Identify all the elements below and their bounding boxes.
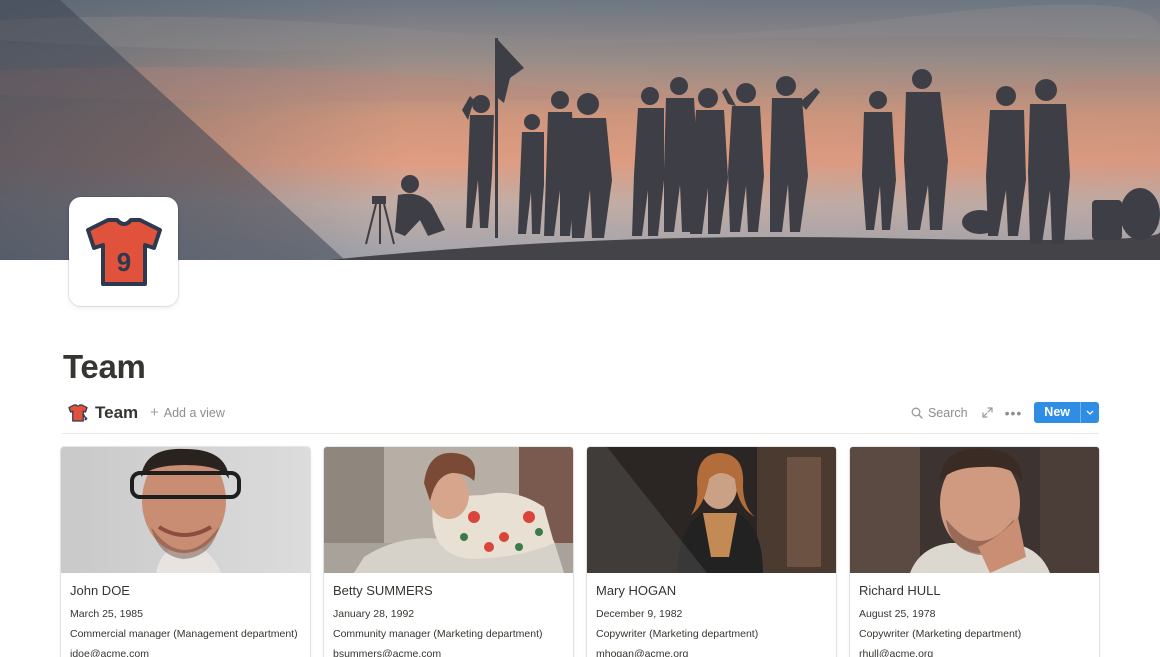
search-icon bbox=[911, 407, 923, 419]
search-button[interactable]: Search bbox=[911, 406, 968, 420]
jersey-9-icon: 9 bbox=[85, 217, 162, 286]
card-email: jdoe@acme.com bbox=[70, 648, 149, 657]
card-cover-photo bbox=[61, 447, 310, 573]
card-name: Richard HULL bbox=[859, 583, 941, 598]
card-email: mhogan@acme.org bbox=[596, 648, 689, 657]
card-name: Betty SUMMERS bbox=[333, 583, 433, 598]
database-header: Team + Add a view Search ••• New bbox=[62, 400, 1099, 432]
expand-icon bbox=[982, 407, 993, 418]
add-view-label: Add a view bbox=[163, 405, 225, 420]
page-title[interactable]: Team bbox=[63, 348, 146, 386]
plus-icon: + bbox=[150, 404, 159, 421]
card-birthdate: January 28, 1992 bbox=[333, 608, 415, 620]
new-button[interactable]: New bbox=[1034, 402, 1099, 423]
gallery-card[interactable]: Betty SUMMERS January 28, 1992 Community… bbox=[324, 447, 573, 657]
new-button-label: New bbox=[1044, 405, 1070, 419]
card-cover-photo bbox=[324, 447, 573, 573]
card-email: rhull@acme.org bbox=[859, 648, 934, 657]
search-label: Search bbox=[927, 405, 968, 420]
chevron-down-icon[interactable] bbox=[1080, 402, 1099, 423]
jersey-9-icon bbox=[68, 404, 88, 422]
card-name: Mary HOGAN bbox=[596, 583, 677, 598]
card-role: Copywriter (Marketing department) bbox=[859, 628, 1022, 640]
database-toolbar: Search ••• New bbox=[911, 402, 1099, 423]
card-cover-photo bbox=[587, 447, 836, 573]
page-icon[interactable]: 9 bbox=[69, 197, 178, 306]
divider bbox=[62, 433, 1099, 434]
card-role: Community manager (Marketing department) bbox=[333, 628, 543, 640]
card-birthdate: December 9, 1982 bbox=[596, 608, 683, 620]
card-role: Commercial manager (Management departmen… bbox=[70, 628, 298, 640]
card-birthdate: March 25, 1985 bbox=[70, 608, 143, 620]
gallery-view: John DOE March 25, 1985 Commercial manag… bbox=[61, 447, 1101, 657]
more-options-icon[interactable]: ••• bbox=[1005, 405, 1023, 421]
gallery-card[interactable]: Richard HULL August 25, 1978 Copywriter … bbox=[850, 447, 1099, 657]
database-title[interactable]: Team bbox=[68, 403, 138, 423]
open-as-page-button[interactable] bbox=[980, 405, 996, 421]
database-title-label: Team bbox=[95, 403, 139, 422]
card-role: Copywriter (Marketing department) bbox=[596, 628, 759, 640]
card-birthdate: August 25, 1978 bbox=[859, 608, 936, 620]
gallery-card[interactable]: John DOE March 25, 1985 Commercial manag… bbox=[61, 447, 310, 657]
svg-text:9: 9 bbox=[116, 247, 130, 277]
card-name: John DOE bbox=[70, 583, 130, 598]
card-email: bsummers@acme.com bbox=[333, 648, 442, 657]
gallery-card[interactable]: Mary HOGAN December 9, 1982 Copywriter (… bbox=[587, 447, 836, 657]
card-cover-photo bbox=[850, 447, 1099, 573]
add-view-button[interactable]: + Add a view bbox=[150, 405, 225, 420]
